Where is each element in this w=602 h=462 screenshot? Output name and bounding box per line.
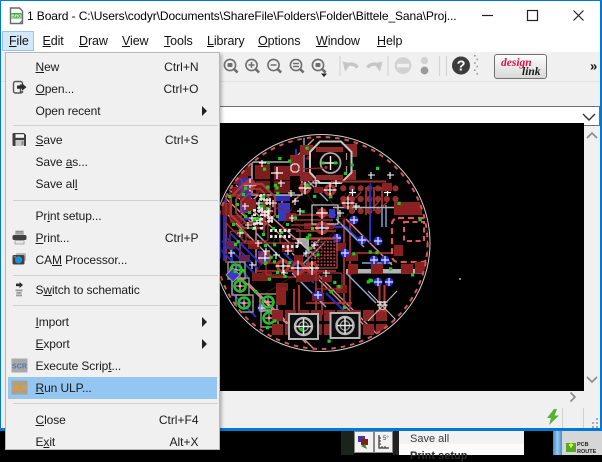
svg-text:SCR: SCR (12, 361, 28, 370)
svg-text:ROUTE: ROUTE (577, 449, 597, 455)
svg-text:BRD: BRD (12, 14, 23, 19)
svg-text:ULP: ULP (12, 383, 27, 392)
svg-text:?: ? (457, 59, 466, 75)
svg-text:PCB: PCB (577, 442, 589, 448)
svg-text:»: » (590, 59, 597, 74)
svg-text:5°: 5° (383, 436, 389, 442)
